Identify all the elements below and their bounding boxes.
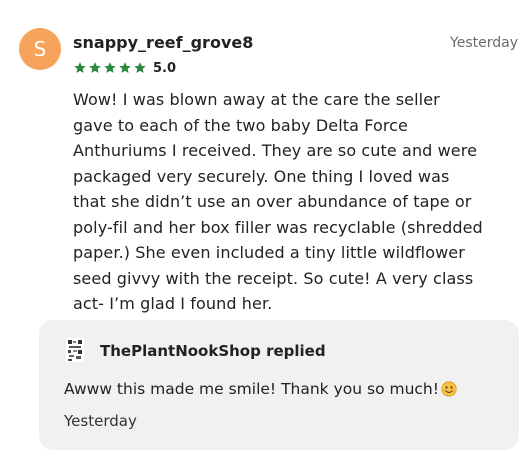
rating-value: 5.0	[153, 60, 177, 76]
avatar[interactable]: S	[19, 28, 61, 70]
star-icon	[104, 62, 116, 73]
rating-row: 5.0	[73, 60, 176, 76]
reply-message: Awww this made me smile! Thank you so mu…	[64, 380, 457, 398]
avatar-letter: S	[33, 37, 47, 61]
seller-reply: ThePlantNookShop replied Awww this made …	[39, 320, 519, 450]
shop-logo-icon	[66, 338, 84, 362]
star-icon	[134, 62, 146, 73]
smiling-face-icon	[441, 381, 457, 397]
review-text: Wow! I was blown away at the care the se…	[73, 90, 483, 313]
reviewer-username[interactable]: snappy_reef_grove8	[73, 33, 253, 52]
reply-text: Awww this made me smile! Thank you so mu…	[64, 380, 439, 398]
reply-timestamp: Yesterday	[64, 412, 137, 430]
star-icon	[74, 62, 86, 73]
reply-header[interactable]: ThePlantNookShop replied	[100, 342, 326, 360]
review-timestamp: Yesterday	[450, 35, 518, 51]
star-icon	[89, 62, 101, 73]
star-rating	[73, 61, 147, 75]
star-icon	[119, 62, 131, 73]
